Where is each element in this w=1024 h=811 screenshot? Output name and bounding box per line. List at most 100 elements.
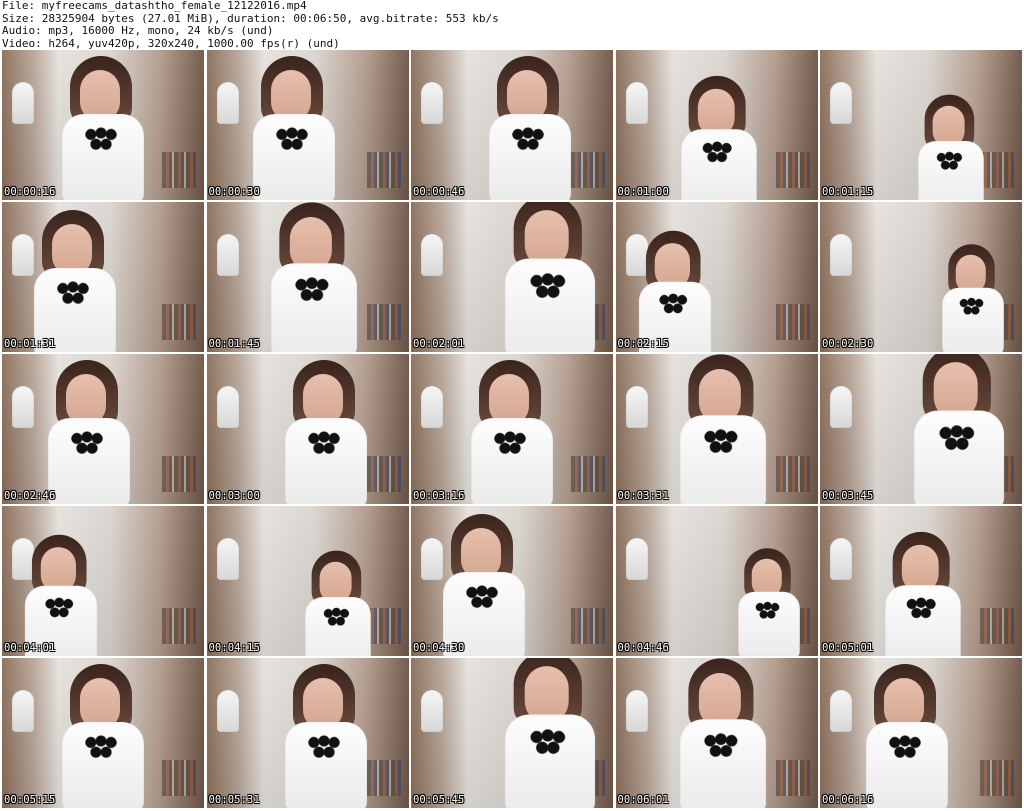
bookshelf-shape bbox=[162, 456, 196, 492]
person-figure bbox=[905, 354, 1013, 504]
person-figure bbox=[277, 664, 375, 808]
video-thumbnail[interactable]: 00:03:31 bbox=[615, 354, 818, 504]
necklace-shape bbox=[529, 271, 567, 303]
video-thumbnail[interactable]: 00:03:16 bbox=[411, 354, 613, 504]
lamp-shape bbox=[421, 386, 443, 428]
file-info-header: File: myfreecams_datashtho_female_121220… bbox=[2, 0, 1022, 50]
video-thumbnail[interactable]: 00:06:16 bbox=[820, 658, 1022, 808]
bookshelf-shape bbox=[980, 608, 1014, 644]
bookshelf-shape bbox=[571, 456, 605, 492]
necklace-shape bbox=[493, 430, 527, 458]
necklace-shape bbox=[84, 734, 118, 762]
video-thumbnail[interactable]: 00:04:01 bbox=[2, 506, 204, 656]
lamp-shape bbox=[830, 538, 852, 580]
person-figure bbox=[245, 56, 343, 200]
thumbnail-timestamp: 00:05:31 bbox=[208, 794, 260, 806]
bookshelf-shape bbox=[775, 304, 810, 340]
person-figure bbox=[54, 56, 152, 200]
video-thumbnail[interactable]: 00:03:00 bbox=[206, 354, 409, 504]
video-thumbnail[interactable]: 00:04:46 bbox=[615, 506, 818, 656]
person-figure bbox=[262, 202, 365, 352]
video-thumbnail[interactable]: 00:02:01 bbox=[411, 202, 613, 352]
video-thumbnail[interactable]: 00:00:30 bbox=[206, 50, 409, 200]
necklace-shape bbox=[938, 423, 976, 455]
lamp-shape bbox=[830, 690, 852, 732]
lamp-shape bbox=[421, 82, 443, 124]
necklace-shape bbox=[958, 296, 985, 318]
necklace-shape bbox=[306, 734, 341, 762]
person-figure bbox=[912, 94, 990, 200]
bookshelf-shape bbox=[162, 152, 196, 188]
thumbnail-timestamp: 00:02:01 bbox=[413, 338, 465, 350]
thumbnail-timestamp: 00:05:45 bbox=[413, 794, 465, 806]
person-figure bbox=[40, 360, 138, 504]
bookshelf-shape bbox=[162, 304, 196, 340]
file-name-line: File: myfreecams_datashtho_female_121220… bbox=[2, 0, 307, 12]
bookshelf-shape bbox=[980, 760, 1014, 796]
thumbnail-timestamp: 00:00:46 bbox=[413, 186, 465, 198]
necklace-shape bbox=[905, 596, 937, 622]
person-figure bbox=[496, 202, 604, 352]
video-thumbnail[interactable]: 00:00:46 bbox=[411, 50, 613, 200]
thumbnail-timestamp: 00:04:01 bbox=[4, 642, 56, 654]
thumbnail-timestamp: 00:01:31 bbox=[4, 338, 56, 350]
lamp-shape bbox=[830, 234, 852, 276]
thumbnail-timestamp: 00:03:00 bbox=[208, 490, 260, 502]
necklace-shape bbox=[529, 727, 567, 759]
video-thumbnail[interactable]: 00:05:01 bbox=[820, 506, 1022, 656]
necklace-shape bbox=[465, 584, 499, 612]
video-thumbnail[interactable]: 00:01:15 bbox=[820, 50, 1022, 200]
thumbnail-timestamp: 00:00:30 bbox=[208, 186, 260, 198]
necklace-shape bbox=[754, 600, 780, 622]
lamp-shape bbox=[421, 690, 443, 732]
person-figure bbox=[277, 360, 375, 504]
person-figure bbox=[298, 550, 376, 656]
person-figure bbox=[54, 664, 152, 808]
person-figure bbox=[463, 360, 561, 504]
thumbnail-timestamp: 00:02:15 bbox=[617, 338, 669, 350]
necklace-shape bbox=[306, 430, 341, 458]
person-figure bbox=[936, 244, 1010, 352]
thumbnail-timestamp: 00:02:46 bbox=[4, 490, 56, 502]
video-thumbnail[interactable]: 00:01:45 bbox=[206, 202, 409, 352]
video-thumbnail[interactable]: 00:05:31 bbox=[206, 658, 409, 808]
video-thumbnail[interactable]: 00:02:15 bbox=[615, 202, 818, 352]
lamp-shape bbox=[625, 82, 648, 124]
lamp-shape bbox=[216, 538, 239, 580]
video-thumbnail[interactable]: 00:01:31 bbox=[2, 202, 204, 352]
bookshelf-shape bbox=[366, 152, 401, 188]
lamp-shape bbox=[830, 82, 852, 124]
person-figure bbox=[732, 548, 806, 656]
video-thumbnail[interactable]: 00:05:15 bbox=[2, 658, 204, 808]
thumbnail-timestamp: 00:01:15 bbox=[822, 186, 874, 198]
video-thumbnail[interactable]: 00:04:30 bbox=[411, 506, 613, 656]
necklace-shape bbox=[702, 427, 739, 458]
thumbnail-timestamp: 00:01:00 bbox=[617, 186, 669, 198]
necklace-shape bbox=[511, 126, 545, 154]
video-thumbnail[interactable]: 00:04:15 bbox=[206, 506, 409, 656]
necklace-shape bbox=[935, 150, 963, 173]
bookshelf-shape bbox=[162, 608, 196, 644]
lamp-shape bbox=[216, 234, 239, 276]
video-thumbnail[interactable]: 00:05:45 bbox=[411, 658, 613, 808]
lamp-shape bbox=[12, 386, 34, 428]
person-figure bbox=[26, 210, 124, 352]
thumbnail-timestamp: 00:04:46 bbox=[617, 642, 669, 654]
lamp-shape bbox=[625, 690, 648, 732]
necklace-shape bbox=[293, 275, 330, 306]
video-thumbnail[interactable]: 00:02:30 bbox=[820, 202, 1022, 352]
thumbnail-timestamp: 00:06:16 bbox=[822, 794, 874, 806]
video-thumbnail[interactable]: 00:03:45 bbox=[820, 354, 1022, 504]
video-thumbnail[interactable]: 00:00:16 bbox=[2, 50, 204, 200]
person-figure bbox=[18, 534, 104, 656]
lamp-shape bbox=[421, 234, 443, 276]
person-figure bbox=[631, 230, 717, 352]
video-thumbnail[interactable]: 00:02:46 bbox=[2, 354, 204, 504]
video-thumbnail[interactable]: 00:01:00 bbox=[615, 50, 818, 200]
thumbnail-timestamp: 00:00:16 bbox=[4, 186, 56, 198]
necklace-shape bbox=[888, 734, 922, 762]
person-figure bbox=[481, 56, 579, 200]
audio-info-line: Audio: mp3, 16000 Hz, mono, 24 kb/s (und… bbox=[2, 24, 274, 37]
lamp-shape bbox=[216, 82, 239, 124]
video-thumbnail[interactable]: 00:06:01 bbox=[615, 658, 818, 808]
